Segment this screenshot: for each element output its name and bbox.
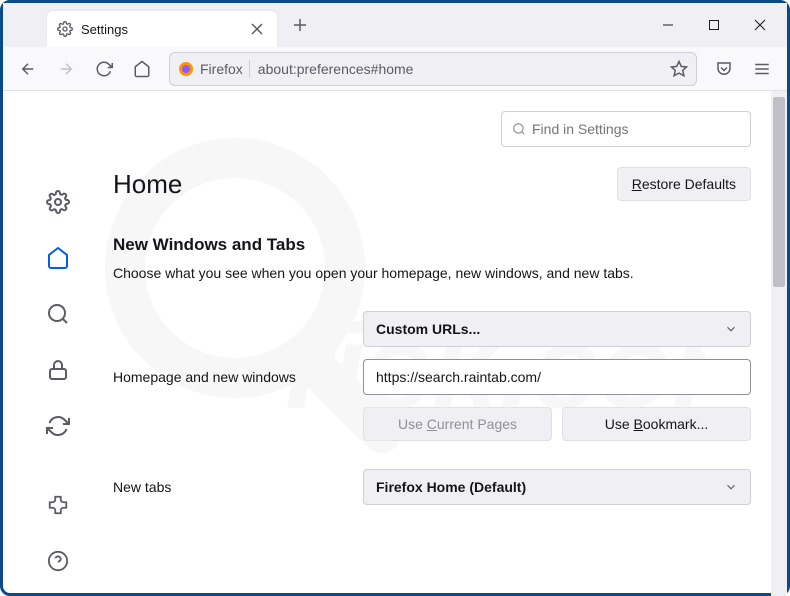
- homepage-url-input[interactable]: [363, 359, 751, 395]
- bookmark-star-icon[interactable]: [670, 60, 688, 78]
- sidebar-item-privacy[interactable]: [37, 349, 79, 391]
- select-value: Firefox Home (Default): [376, 479, 526, 495]
- browser-tab[interactable]: Settings: [47, 11, 277, 47]
- divider: [249, 60, 250, 78]
- chevron-down-icon: [724, 480, 738, 494]
- section-heading: New Windows and Tabs: [113, 235, 751, 255]
- titlebar: Settings: [3, 3, 787, 47]
- content-area: Home Restore Defaults New Windows and Ta…: [3, 91, 787, 596]
- settings-search-input[interactable]: [532, 121, 740, 137]
- maximize-button[interactable]: [691, 3, 737, 47]
- scrollbar-thumb[interactable]: [773, 97, 785, 287]
- reload-button[interactable]: [87, 52, 121, 86]
- sidebar-item-search[interactable]: [37, 293, 79, 335]
- use-bookmark-button[interactable]: Use Bookmark...: [562, 407, 751, 441]
- gear-icon: [57, 21, 73, 37]
- homepage-label: Homepage and new windows: [113, 369, 363, 385]
- sidebar-item-extensions[interactable]: [37, 484, 79, 526]
- pocket-button[interactable]: [707, 52, 741, 86]
- chevron-down-icon: [724, 322, 738, 336]
- vertical-scrollbar[interactable]: [771, 91, 787, 596]
- sidebar-item-general[interactable]: [37, 181, 79, 223]
- page-title: Home: [113, 169, 617, 200]
- close-tab-button[interactable]: [247, 19, 267, 39]
- close-window-button[interactable]: [737, 3, 783, 47]
- sidebar-item-home[interactable]: [37, 237, 79, 279]
- new-tab-button[interactable]: [285, 10, 315, 40]
- firefox-icon: [178, 61, 194, 77]
- url-context: Firefox: [200, 61, 243, 77]
- back-button[interactable]: [11, 52, 45, 86]
- settings-main: Home Restore Defaults New Windows and Ta…: [113, 91, 787, 596]
- tab-title: Settings: [81, 22, 247, 37]
- sidebar-item-sync[interactable]: [37, 405, 79, 447]
- home-button[interactable]: [125, 52, 159, 86]
- window-controls: [645, 3, 783, 47]
- newtabs-select[interactable]: Firefox Home (Default): [363, 469, 751, 505]
- url-address: about:preferences#home: [258, 61, 670, 77]
- menu-button[interactable]: [745, 52, 779, 86]
- homepage-mode-select[interactable]: Custom URLs...: [363, 311, 751, 347]
- section-description: Choose what you see when you open your h…: [113, 265, 751, 281]
- search-icon: [512, 122, 526, 136]
- toolbar: Firefox about:preferences#home: [3, 47, 787, 91]
- settings-sidebar: [3, 91, 113, 596]
- settings-search-box[interactable]: [501, 111, 751, 147]
- url-bar[interactable]: Firefox about:preferences#home: [169, 52, 697, 86]
- forward-button[interactable]: [49, 52, 83, 86]
- sidebar-item-help[interactable]: [37, 540, 79, 582]
- select-value: Custom URLs...: [376, 321, 480, 337]
- use-current-pages-button[interactable]: Use Current Pages: [363, 407, 552, 441]
- restore-defaults-button[interactable]: Restore Defaults: [617, 167, 751, 201]
- newtabs-label: New tabs: [113, 479, 363, 495]
- minimize-button[interactable]: [645, 3, 691, 47]
